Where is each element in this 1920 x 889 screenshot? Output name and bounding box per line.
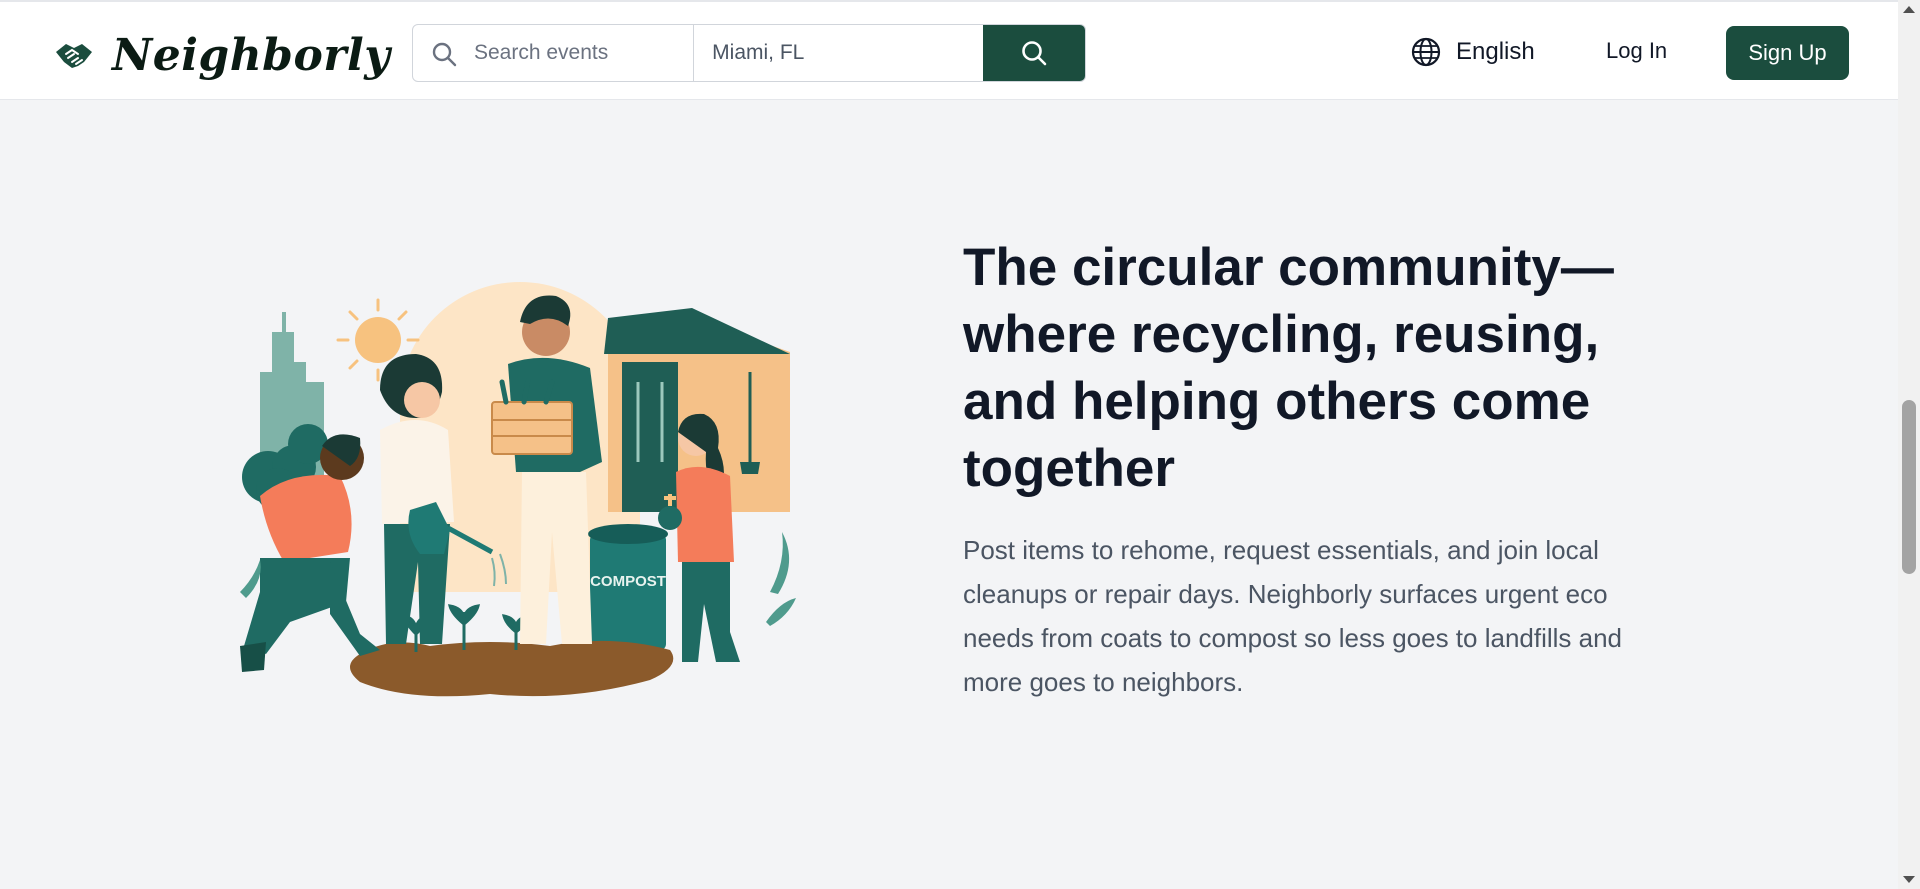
login-link[interactable]: Log In [1606,38,1667,64]
brand-name: Neighborly [112,30,391,81]
scroll-down-icon[interactable] [1903,876,1915,883]
top-navigation-bar: Neighborly English Log In Si [0,0,1898,100]
location-input[interactable] [694,25,984,81]
search-button[interactable] [983,25,1085,81]
globe-icon [1411,37,1441,67]
keyword-field [413,25,695,81]
event-search-form [412,24,1086,82]
scroll-thumb[interactable] [1902,400,1916,574]
svg-text:COMPOST: COMPOST [590,573,666,590]
brand-logo[interactable]: Neighborly [54,30,390,81]
hero-headline: The circular community—where recycling, … [963,238,1614,498]
search-icon [432,42,457,67]
vertical-scrollbar[interactable] [1898,0,1920,889]
language-label: English [1456,38,1535,65]
community-gardening-illustration: COMPOST [240,282,796,697]
hero-description: Post items to rehome, request essentials… [963,535,1623,697]
compost-bin: COMPOST [588,524,668,650]
location-field [694,25,984,81]
soil-bed [350,640,674,697]
signup-button[interactable]: Sign Up [1726,26,1849,80]
language-selector[interactable]: English [1410,36,1535,68]
search-icon [1022,41,1047,66]
handshake-icon [56,43,92,68]
scroll-up-icon[interactable] [1903,6,1915,13]
